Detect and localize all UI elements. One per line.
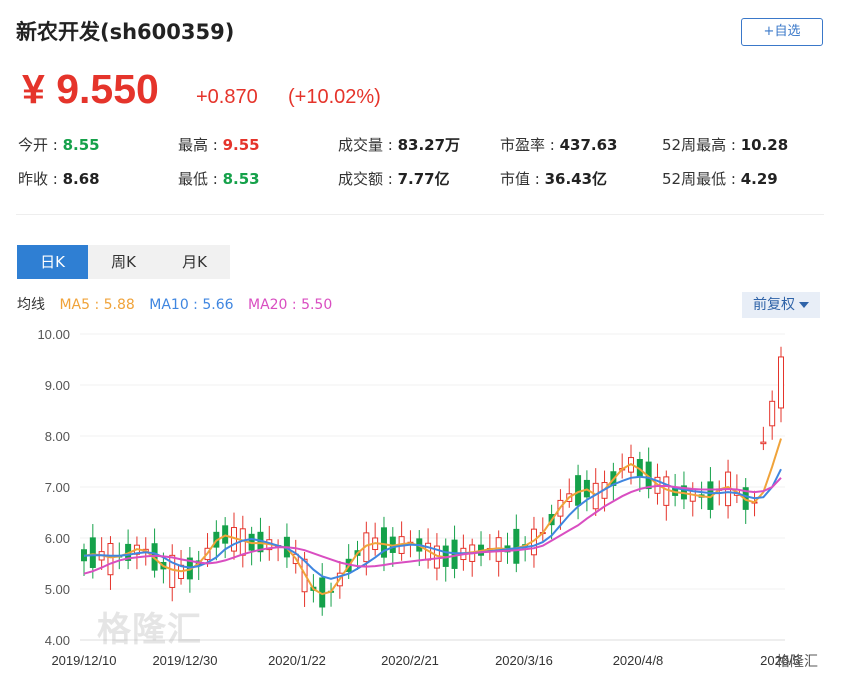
stat-prev-close: 昨收 : 8.68: [18, 168, 100, 189]
ma10-legend: MA10 : 5.66: [149, 297, 234, 313]
stat-turnover-value: 7.77亿: [397, 170, 450, 188]
add-to-watchlist-button[interactable]: +自选: [741, 18, 823, 46]
stat-pe-value: 437.63: [559, 136, 618, 154]
candle-body: [769, 400, 776, 427]
stat-turnover: 成交额 : 7.77亿: [338, 168, 450, 189]
divider: [16, 214, 824, 215]
stat-high-value: 9.55: [222, 136, 260, 154]
stat-pe: 市盈率 : 437.63: [500, 134, 617, 155]
candle-body: [663, 476, 670, 506]
x-tick-label: 2019/12/10: [51, 653, 116, 668]
watermark-logo: 格隆汇: [97, 610, 202, 650]
stat-52w-high-label: 52周最高 :: [662, 136, 741, 154]
stat-open: 今开 : 8.55: [18, 134, 100, 155]
stock-title: 新农开发(sh600359): [16, 20, 235, 44]
chevron-down-icon: [799, 302, 809, 308]
stat-prev-close-value: 8.68: [62, 170, 100, 188]
ma5-legend: MA5 : 5.88: [59, 297, 135, 313]
candle-body: [89, 537, 96, 568]
stat-low-label: 最低 :: [178, 170, 223, 188]
x-tick-label: 2020/4/8: [613, 653, 664, 668]
candle-body: [760, 441, 767, 445]
price-change-percent: (+10.02%): [288, 86, 381, 108]
candle-body: [513, 528, 520, 564]
stat-open-value: 8.55: [62, 136, 100, 154]
price-adjust-label: 前复权: [753, 297, 795, 313]
stat-turnover-label: 成交额 :: [338, 170, 398, 188]
stat-52w-high-value: 10.28: [740, 136, 789, 154]
stat-market-cap: 市值 : 36.43亿: [500, 168, 607, 189]
stat-high-label: 最高 :: [178, 136, 223, 154]
period-tabs: 日K 周K 月K: [17, 245, 230, 279]
stat-52w-low-label: 52周最低 :: [662, 170, 741, 188]
y-tick-label: 7.00: [45, 480, 70, 495]
x-tick-label: 2020/1/22: [268, 653, 326, 668]
stat-52w-high: 52周最高 : 10.28: [662, 134, 788, 155]
stat-high: 最高 : 9.55: [178, 134, 260, 155]
x-tick-label: 2020/3/16: [495, 653, 553, 668]
stat-open-label: 今开 :: [18, 136, 63, 154]
y-tick-label: 6.00: [45, 531, 70, 546]
price-adjust-dropdown[interactable]: 前复权: [742, 292, 820, 318]
stat-volume-value: 83.27万: [397, 136, 461, 154]
stat-52w-low: 52周最低 : 4.29: [662, 168, 778, 189]
ma-label: 均线: [17, 297, 45, 313]
stat-volume-label: 成交量 :: [338, 136, 398, 154]
stat-low: 最低 : 8.53: [178, 168, 260, 189]
current-price: ¥ 9.550: [22, 66, 159, 112]
candle-body: [575, 475, 582, 506]
corner-watermark: 格隆汇: [776, 654, 818, 670]
candle-body: [107, 543, 114, 576]
stat-market-cap-label: 市值 :: [500, 170, 545, 188]
y-tick-label: 5.00: [45, 582, 70, 597]
tab-weekly-k[interactable]: 周K: [88, 245, 159, 279]
moving-average-legend: 均线 MA5 : 5.88 MA10 : 5.66 MA20 : 5.50: [17, 294, 342, 314]
stat-pe-label: 市盈率 :: [500, 136, 560, 154]
stat-low-value: 8.53: [222, 170, 260, 188]
ma20-legend: MA20 : 5.50: [247, 297, 333, 313]
tab-monthly-k[interactable]: 月K: [159, 245, 230, 279]
x-tick-label: 2019/12/30: [152, 653, 217, 668]
tab-daily-k[interactable]: 日K: [17, 245, 88, 279]
price-change: +0.870: [196, 86, 258, 108]
stat-volume: 成交量 : 83.27万: [338, 134, 460, 155]
y-tick-label: 10.00: [37, 327, 70, 342]
ma5-line: [83, 438, 782, 596]
x-tick-label: 2020/2/21: [381, 653, 439, 668]
candle-body: [778, 356, 784, 409]
candle-body: [169, 554, 176, 588]
y-tick-label: 8.00: [45, 429, 70, 444]
y-tick-label: 9.00: [45, 378, 70, 393]
stat-market-cap-value: 36.43亿: [544, 170, 608, 188]
stat-prev-close-label: 昨收 :: [18, 170, 63, 188]
y-tick-label: 4.00: [45, 633, 70, 648]
stat-52w-low-value: 4.29: [740, 170, 778, 188]
